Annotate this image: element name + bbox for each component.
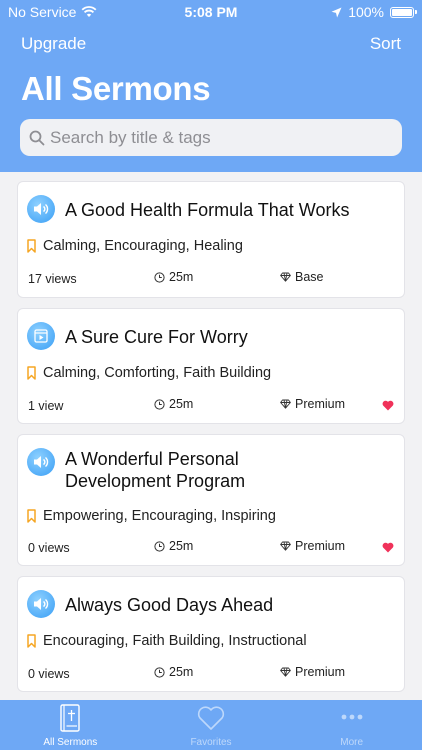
sort-button[interactable]: Sort (370, 34, 401, 54)
search-icon (29, 130, 45, 145)
speaker-icon (27, 590, 55, 618)
duration: 25m (169, 270, 194, 284)
clock-icon (154, 398, 165, 410)
view-count: 0 views (28, 541, 70, 555)
tab-all-sermons[interactable]: All Sermons (0, 700, 141, 750)
tab-label: More (340, 737, 364, 748)
tab-bar: All Sermons Favorites More (0, 700, 422, 750)
duration: 25m (169, 397, 194, 411)
bible-icon (60, 704, 81, 732)
sermon-card[interactable]: A Wonderful Personal Development Program… (17, 434, 405, 566)
sermon-card[interactable]: Always Good Days Ahead Encouraging, Fait… (17, 576, 405, 692)
clock-icon (154, 666, 165, 678)
search-input[interactable] (50, 127, 370, 148)
diamond-icon (280, 399, 291, 409)
bookmark-icon (27, 239, 36, 253)
duration: 25m (169, 539, 194, 553)
header: No Service 5:08 PM 100% Upgrade Sort All… (0, 0, 422, 172)
view-count: 1 view (28, 399, 64, 413)
upgrade-button[interactable]: Upgrade (21, 34, 86, 54)
bookmark-icon (27, 366, 36, 380)
battery-percent: 100% (348, 4, 384, 20)
duration: 25m (169, 665, 194, 679)
speaker-icon (27, 195, 55, 223)
speaker-icon (27, 448, 55, 476)
diamond-icon (280, 272, 291, 282)
diamond-icon (280, 667, 291, 677)
heart-icon (197, 706, 225, 730)
sermon-list[interactable]: A Good Health Formula That Works Calming… (0, 172, 422, 700)
bookmark-icon (27, 634, 36, 648)
sermon-title: A Sure Cure For Worry (65, 327, 248, 347)
sermon-title: A Wonderful Personal Development Program (65, 449, 246, 491)
view-count: 17 views (28, 272, 77, 286)
sermon-card[interactable]: A Good Health Formula That Works Calming… (17, 181, 405, 298)
sermon-card[interactable]: A Sure Cure For Worry Calming, Comfortin… (17, 308, 405, 424)
tab-label: All Sermons (43, 737, 98, 748)
status-bar: No Service 5:08 PM 100% (0, 0, 422, 24)
clock-icon (154, 271, 165, 283)
battery-icon (390, 6, 417, 18)
diamond-icon (280, 541, 291, 551)
location-arrow-icon (331, 7, 342, 17)
tier-label: Premium (295, 539, 346, 553)
sermon-title: A Good Health Formula That Works (65, 200, 350, 220)
video-icon (27, 322, 55, 350)
favorite-heart-icon[interactable] (382, 542, 394, 553)
sermon-tags: Encouraging, Faith Building, Instruction… (43, 633, 307, 649)
tab-label: Favorites (190, 737, 232, 748)
ellipsis-icon (341, 714, 363, 720)
favorite-heart-icon[interactable] (382, 400, 394, 411)
tier-label: Premium (295, 665, 346, 679)
bookmark-icon (27, 509, 36, 523)
search-bar[interactable] (20, 119, 402, 156)
tab-more[interactable]: More (281, 700, 422, 750)
page-title: All Sermons (21, 70, 211, 107)
view-count: 0 views (28, 667, 70, 681)
tier-label: Premium (295, 397, 346, 411)
sermon-tags: Empowering, Encouraging, Inspiring (43, 508, 276, 524)
clock-icon (154, 540, 165, 552)
sermon-title: Always Good Days Ahead (65, 595, 274, 615)
sermon-tags: Calming, Encouraging, Healing (43, 238, 243, 254)
sermon-tags: Calming, Comforting, Faith Building (43, 365, 272, 381)
tab-favorites[interactable]: Favorites (141, 700, 282, 750)
tier-label: Base (295, 270, 324, 284)
